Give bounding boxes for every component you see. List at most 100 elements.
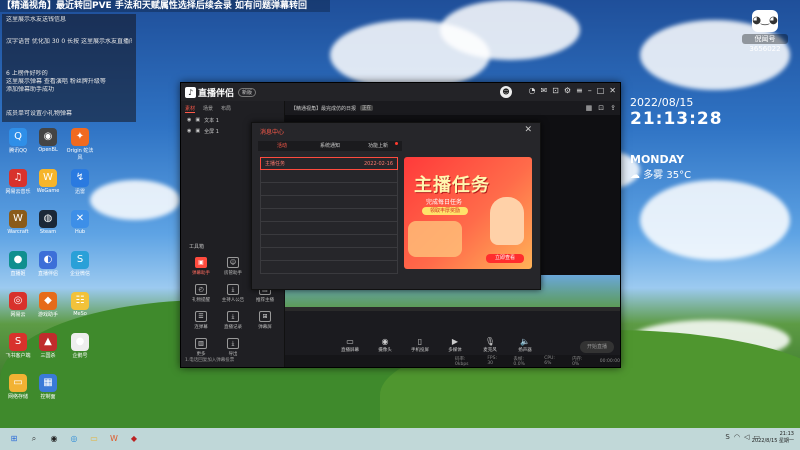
tool-item[interactable]: ⤓ 导出 bbox=[217, 338, 249, 357]
message-row[interactable]: 主播任务 2022-02-16 bbox=[260, 157, 398, 170]
layout-icon[interactable]: ▦ bbox=[586, 104, 593, 112]
source-label: 直播屏幕 bbox=[341, 348, 359, 353]
source-button[interactable]: ▶ 多媒体 bbox=[444, 337, 466, 353]
profile-card[interactable]: ◕‿◕ 倪闻号 3656022 bbox=[742, 10, 788, 60]
desktop-icon[interactable]: ✦ Origin 蛇法风 bbox=[66, 128, 94, 161]
lock-icon[interactable]: ▣ bbox=[195, 117, 200, 124]
desktop-icon[interactable]: ◆ 游戏助手 bbox=[34, 292, 62, 318]
notification-icon[interactable]: ◔ bbox=[528, 86, 535, 95]
modal-tab[interactable]: 系统通知 bbox=[306, 141, 354, 151]
windows-start-icon[interactable]: ⊞ bbox=[8, 433, 20, 445]
share-icon[interactable]: ⇪ bbox=[610, 104, 616, 112]
browser-icon[interactable]: ◎ bbox=[68, 433, 80, 445]
status-item: 内存: 0% bbox=[572, 356, 583, 367]
desktop-icon[interactable]: ● 直播姬 bbox=[4, 251, 32, 277]
app-icon: ▦ bbox=[39, 374, 57, 392]
desktop-icon[interactable]: ◎ 网易云 bbox=[4, 292, 32, 318]
message-row[interactable] bbox=[260, 183, 398, 196]
desktop-icon[interactable]: ▦ 控制面 bbox=[34, 374, 62, 400]
search-icon[interactable]: ⌕ bbox=[28, 433, 40, 445]
eye-icon[interactable]: ◉ bbox=[187, 117, 191, 124]
desktop-icon[interactable]: S 企业微信 bbox=[66, 251, 94, 277]
game-icon[interactable]: ◆ bbox=[128, 433, 140, 445]
eye-icon[interactable]: ◉ bbox=[187, 128, 191, 135]
crop-icon[interactable]: ⊡ bbox=[598, 104, 604, 112]
clock-date: 2022/08/15 bbox=[630, 96, 694, 109]
desktop-icon[interactable]: ◉ OpenBL bbox=[34, 128, 62, 153]
desktop-icon[interactable]: ◐ 直播伴侣 bbox=[34, 251, 62, 277]
volume-icon[interactable]: ◁ bbox=[744, 433, 749, 441]
menu-icon[interactable]: ≡ bbox=[576, 86, 583, 95]
message-row[interactable] bbox=[260, 248, 398, 261]
user-avatar[interactable]: ☻ bbox=[500, 86, 512, 98]
tool-item[interactable]: ⤓ 直播记录 bbox=[217, 311, 249, 330]
app-icon: ↯ bbox=[71, 169, 89, 187]
desktop-icon[interactable]: W WeGame bbox=[34, 169, 62, 194]
desktop-icon[interactable]: W Warcraft bbox=[4, 210, 32, 235]
settings-icon[interactable]: ⚙ bbox=[564, 86, 571, 95]
source-button[interactable]: 🔈 扬声器 bbox=[514, 337, 536, 353]
source-button[interactable]: ◉ 摄像头 bbox=[374, 337, 396, 353]
message-date: 2022-02-16 bbox=[363, 160, 393, 167]
desktop-icon[interactable]: ♫ 网易云音乐 bbox=[4, 169, 32, 195]
tab-material[interactable]: 素材 bbox=[185, 105, 196, 113]
source-button[interactable]: 🎙 麦克风 bbox=[479, 337, 501, 353]
tool-item[interactable]: ⊞ 弹幕屏 bbox=[249, 311, 281, 330]
modal-tab[interactable]: 活动 bbox=[258, 141, 306, 151]
tab-scene[interactable]: 场景 bbox=[203, 105, 213, 113]
tool-item[interactable]: ☰ 连弹幕 bbox=[185, 311, 217, 330]
minimize-icon[interactable]: – bbox=[588, 86, 592, 95]
desktop-icon[interactable]: ✕ Hub bbox=[66, 210, 94, 235]
message-icon[interactable]: ✉ bbox=[540, 86, 547, 95]
tool-item[interactable]: ☺ 房管助手 bbox=[217, 257, 249, 276]
tool-icon: ⤓ bbox=[227, 284, 239, 295]
close-icon[interactable]: ✕ bbox=[609, 86, 616, 95]
promo-banner[interactable]: 主播任务 完成每日任务 领取丰厚奖励 立即查看 bbox=[404, 157, 532, 269]
app-icon: ✦ bbox=[71, 128, 89, 146]
taskbar-clock[interactable]: 21:13 2022/8/15 星期一 bbox=[752, 431, 794, 445]
message-row[interactable] bbox=[260, 235, 398, 248]
tool-item[interactable]: ◴ 礼物提醒 bbox=[185, 284, 217, 303]
tool-item[interactable]: ▣ 弹幕助手 bbox=[185, 257, 217, 276]
close-icon[interactable]: ✕ bbox=[524, 125, 532, 135]
version-chip[interactable]: 新版 bbox=[238, 87, 257, 97]
desktop-icon[interactable]: ▭ 网络存储 bbox=[4, 374, 32, 400]
app-icon: ✕ bbox=[71, 210, 89, 228]
source-button[interactable]: ▭ 直播屏幕 bbox=[339, 337, 361, 353]
message-row[interactable] bbox=[260, 196, 398, 209]
message-row[interactable] bbox=[260, 170, 398, 183]
source-icon: ▯ bbox=[417, 337, 423, 346]
message-row[interactable] bbox=[260, 261, 398, 274]
tool-item[interactable]: ▥ 更多 bbox=[185, 338, 217, 357]
app-icon: ◐ bbox=[39, 251, 57, 269]
desktop-icon[interactable]: ↯ 迅雷 bbox=[66, 169, 94, 195]
desktop-icon[interactable]: ☷ MeSo bbox=[66, 292, 94, 317]
obs-icon[interactable]: ◉ bbox=[48, 433, 60, 445]
wegame-icon[interactable]: W bbox=[108, 433, 120, 445]
desktop-icon[interactable]: Q 腾讯QQ bbox=[4, 128, 32, 154]
promo-view-button[interactable]: 立即查看 bbox=[486, 254, 524, 263]
gift-icon[interactable]: ⊡ bbox=[552, 86, 559, 95]
network-icon[interactable]: ◠ bbox=[734, 433, 740, 441]
desktop-icon[interactable]: ● 企鹅号 bbox=[66, 333, 94, 359]
desktop-icon[interactable]: ◍ Steam bbox=[34, 210, 62, 235]
tool-item[interactable]: ⤓ 主持人公告 bbox=[217, 284, 249, 303]
desktop-icon[interactable]: S 飞书客户端 bbox=[4, 333, 32, 359]
maximize-icon[interactable]: □ bbox=[597, 86, 605, 95]
source-icon: ▶ bbox=[451, 337, 459, 346]
ime-icon[interactable]: S bbox=[725, 433, 729, 441]
tab-layout[interactable]: 布局 bbox=[221, 105, 231, 113]
live-title[interactable]: 【精通视角】最完成仿的日报 bbox=[291, 105, 356, 112]
modal-tab[interactable]: 功能上新 bbox=[354, 141, 402, 151]
source-button[interactable]: ▯ 手机投屏 bbox=[409, 337, 431, 353]
promo-subtitle: 完成每日任务 bbox=[426, 199, 463, 206]
message-row[interactable] bbox=[260, 222, 398, 235]
lock-icon[interactable]: ▣ bbox=[195, 128, 200, 135]
left-footer-text: 1.电话回复加入弹幕投票 bbox=[185, 358, 235, 363]
app-icon: ♫ bbox=[9, 169, 27, 187]
promo-pill: 领取丰厚奖励 bbox=[422, 207, 468, 215]
message-row[interactable] bbox=[260, 209, 398, 222]
desktop-icon[interactable]: ▲ 三国杀 bbox=[34, 333, 62, 359]
folder-icon[interactable]: ▭ bbox=[88, 433, 100, 445]
start-live-button[interactable]: 开始直播 bbox=[580, 341, 614, 353]
